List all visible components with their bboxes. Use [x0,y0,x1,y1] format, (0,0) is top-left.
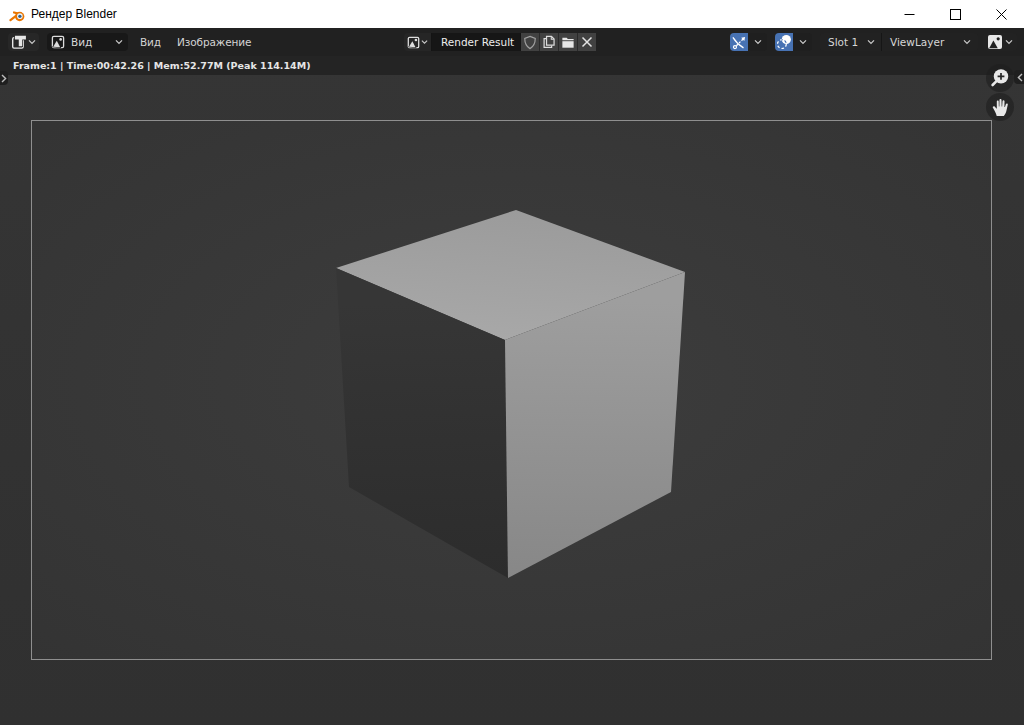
minimize-button[interactable] [886,0,932,28]
image-name-field[interactable]: Render Result [432,33,520,51]
image-editor-viewport: Frame:1 | Time:00:42.26 | Mem:52.77M (Pe… [0,56,1024,725]
viewlayer-dropdown[interactable]: ViewLayer [882,33,977,51]
open-toolbar-arrow[interactable] [0,71,8,85]
render-info-band: Frame:1 | Time:00:42.26 | Mem:52.77M (Pe… [0,56,1024,75]
chevron-down-icon [867,39,875,45]
slot-layer-group: Slot 1 ViewLayer [820,33,978,51]
open-image-button[interactable] [558,33,577,51]
browse-image-button[interactable] [404,33,432,51]
editor-type-dropdown[interactable] [8,33,39,51]
render-result-image[interactable] [31,120,992,660]
shield-icon [523,35,537,50]
unlink-image-button[interactable] [577,33,596,51]
chevron-down-icon [754,39,762,45]
slot-dropdown[interactable]: Slot 1 [820,33,882,51]
copy-icon [542,35,556,49]
chevron-down-icon [115,39,123,45]
chevron-down-icon [799,39,807,45]
chevron-down-icon [963,39,971,45]
x-icon [581,36,593,48]
mode-label: Вид [71,36,92,48]
chevron-right-icon [1,74,7,83]
minimize-icon [904,9,915,20]
blender-logo-icon [9,7,25,22]
viewlayer-label: ViewLayer [890,36,944,48]
close-button[interactable] [978,0,1024,28]
maximize-icon [950,9,961,20]
menu-image[interactable]: Изображение [171,33,257,51]
window-title: Рендер Blender [31,7,117,21]
chevron-left-icon [1017,73,1023,82]
show-gizmos-toggle[interactable] [730,33,748,51]
chevron-down-icon [421,39,428,45]
chevron-down-icon [1005,39,1013,45]
pan-gizmo-button[interactable] [986,93,1014,121]
overlay-icon [776,34,792,50]
image-editor-icon [11,35,26,50]
zoom-gizmo-button[interactable] [986,64,1014,92]
window-controls [886,0,1024,28]
zoom-in-icon [989,67,1011,89]
image-datablock: Render Result [404,33,600,51]
maximize-button[interactable] [932,0,978,28]
duplicate-image-button[interactable] [539,33,558,51]
render-stats: Frame:1 | Time:00:42.26 | Mem:52.77M (Pe… [13,60,311,71]
default-cube-render [32,121,991,659]
image-filled-icon [987,34,1003,50]
overlay-toggle-group [775,33,812,51]
menu-view[interactable]: Вид [134,33,167,51]
image-editor-header: Вид Вид Изображение Render Result [0,28,1024,56]
gizmos-dropdown[interactable] [748,33,767,51]
display-channels-dropdown[interactable] [983,33,1017,51]
slot-label: Slot 1 [828,36,858,48]
hand-icon [991,98,1010,117]
gizmo-icon [731,34,747,50]
title-bar: Рендер Blender [0,0,1024,28]
gizmo-toggle-group [730,33,767,51]
fake-user-button[interactable] [520,33,539,51]
close-icon [996,9,1007,20]
open-sidebar-arrow[interactable] [1014,70,1024,84]
mode-dropdown[interactable]: Вид [47,33,128,51]
image-icon [407,36,420,49]
chevron-down-icon [28,39,36,45]
overlays-dropdown[interactable] [793,33,812,51]
show-overlays-toggle[interactable] [775,33,793,51]
folder-icon [561,36,575,49]
image-icon [51,35,65,49]
